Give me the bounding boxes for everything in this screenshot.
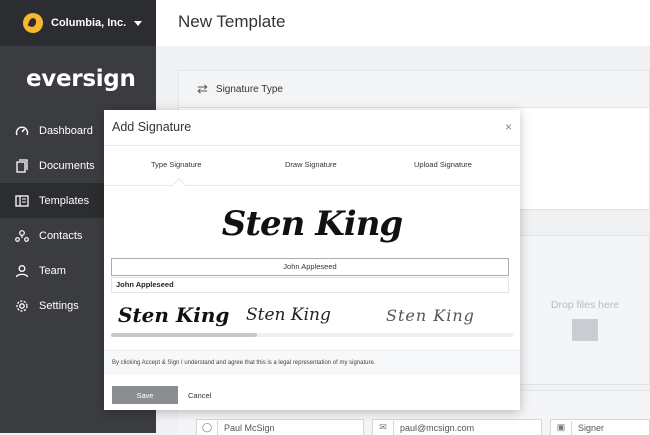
documents-icon <box>15 158 29 173</box>
box-icon <box>572 319 598 341</box>
sidebar-item-label: Team <box>39 264 66 277</box>
templates-icon <box>15 194 29 208</box>
modal-title: Add Signature <box>112 120 192 134</box>
panel-header[interactable]: ⇄ Signature Type <box>179 71 649 108</box>
team-icon <box>15 264 29 278</box>
clipboard-icon: ▣ <box>551 420 572 435</box>
cancel-button[interactable]: Cancel <box>188 391 211 400</box>
dropzone-text: Drop files here <box>550 299 620 311</box>
tab-upload-signature[interactable]: Upload Signature <box>414 160 472 169</box>
settings-icon <box>15 299 29 313</box>
swap-icon: ⇄ <box>197 81 208 96</box>
brand-logo: eversign <box>26 66 136 92</box>
org-logo-icon <box>23 13 43 33</box>
envelope-icon: ✉ <box>373 420 394 435</box>
signature-preview: Sten King <box>104 194 520 254</box>
signer-role-value: Signer <box>578 422 605 433</box>
contacts-icon <box>15 229 29 243</box>
signature-name-input[interactable]: John Appleseed <box>111 258 509 276</box>
page-header: New Template <box>156 0 650 46</box>
section-label: Signature Type <box>215 83 283 95</box>
signature-style-option[interactable]: Sten King <box>386 296 475 334</box>
signature-style-options: Sten King Sten King Sten King <box>104 296 520 336</box>
dropzone[interactable]: Drop files here <box>520 240 650 360</box>
scrollbar-thumb[interactable] <box>111 333 257 337</box>
sidebar-item-label: Documents <box>39 159 95 172</box>
org-switcher[interactable]: Columbia, Inc. <box>0 0 156 46</box>
signer-email-value: paul@mcsign.com <box>400 422 475 433</box>
legal-text: By clicking Accept & Sign I understand a… <box>112 360 376 366</box>
sidebar-item-label: Dashboard <box>39 124 93 137</box>
signer-name-value: Paul McSign <box>224 422 275 433</box>
signature-tabs: Type Signature Draw Signature Upload Sig… <box>104 146 520 185</box>
name-suggestion[interactable]: John Appleseed <box>111 277 509 293</box>
divider <box>104 185 520 186</box>
caret-down-icon <box>134 20 143 26</box>
org-name: Columbia, Inc. <box>51 17 127 29</box>
page-title: New Template <box>178 12 286 31</box>
add-signature-modal: Add Signature × Type Signature Draw Sign… <box>104 110 520 410</box>
signature-style-option[interactable]: Sten King <box>246 296 331 334</box>
close-icon[interactable]: × <box>505 120 512 134</box>
legal-notice-area: By clicking Accept & Sign I understand a… <box>104 350 520 375</box>
horizontal-scrollbar[interactable] <box>111 333 513 337</box>
save-button[interactable]: Save <box>112 386 178 404</box>
signature-style-option[interactable]: Sten King <box>118 296 229 334</box>
tab-draw-signature[interactable]: Draw Signature <box>285 160 337 169</box>
sidebar-item-label: Settings <box>39 299 79 312</box>
tab-type-signature[interactable]: Type Signature <box>151 160 201 169</box>
user-icon: ◯ <box>197 420 218 435</box>
sidebar-item-label: Templates <box>39 194 90 207</box>
dashboard-icon <box>15 124 29 138</box>
sidebar-item-label: Contacts <box>39 229 83 242</box>
signature-preview-text: Sten King <box>221 204 403 244</box>
